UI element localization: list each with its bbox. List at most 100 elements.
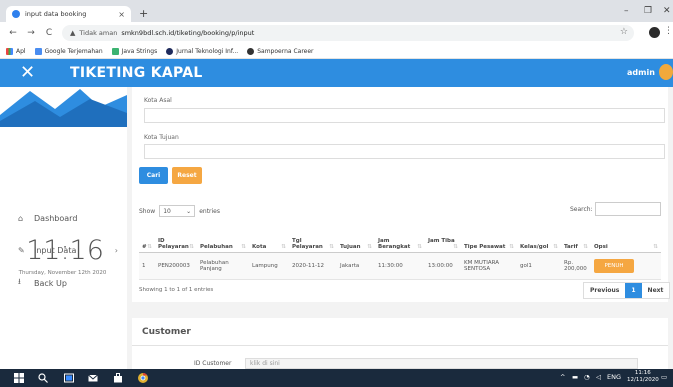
table-header-row: # ⇅ ID Pelayaran ⇅ Pelabuhan ⇅ Kota ⇅ Tgl Pe… xyxy=(139,224,661,253)
language-indicator[interactable]: ENG xyxy=(607,373,621,381)
minimize-icon[interactable]: – xyxy=(624,6,629,16)
back-icon[interactable]: ← xyxy=(8,28,18,38)
id-customer-input[interactable]: klik di sini xyxy=(245,358,638,369)
cell-id: PEN200003 xyxy=(155,252,197,280)
mail-icon[interactable] xyxy=(88,373,98,383)
java-icon xyxy=(111,47,119,55)
address-bar-row: ← → C ▲ Tidak aman smkn9bdl.sch.id/tiket… xyxy=(0,22,673,44)
favicon-icon xyxy=(12,10,20,18)
column-header[interactable]: # ⇅ xyxy=(139,224,155,253)
previous-button[interactable]: Previous xyxy=(584,283,625,298)
chevron-right-icon: › xyxy=(114,246,118,255)
page-size-select[interactable]: 10 ⌄ xyxy=(159,205,196,217)
forward-icon[interactable]: → xyxy=(26,28,36,38)
network-icon[interactable]: ▬ xyxy=(572,373,578,381)
search-label: Search: xyxy=(570,206,593,213)
cell-kota: Lampung xyxy=(249,252,289,280)
kota-asal-input[interactable] xyxy=(144,108,665,123)
column-header[interactable]: Tipe Pesawat ⇅ xyxy=(461,224,517,253)
tab-close-icon[interactable]: × xyxy=(118,10,125,19)
sort-icon: ⇅ xyxy=(329,243,334,250)
warning-icon: ▲ xyxy=(70,29,76,37)
customer-title: Customer xyxy=(142,327,191,337)
search-icon[interactable] xyxy=(38,373,48,383)
chevron-down-icon: ⌄ xyxy=(186,207,192,215)
reset-button[interactable]: Reset xyxy=(172,167,202,184)
cell-kelas: gol1 xyxy=(517,252,561,280)
store-icon[interactable] xyxy=(113,373,123,383)
column-header[interactable]: Jam Berangkat ⇅ xyxy=(375,224,425,253)
sidebar-item-backup[interactable]: ⭳ Back Up xyxy=(18,276,118,290)
tray-up-icon[interactable]: ^ xyxy=(560,373,565,381)
browser-menu-icon[interactable]: ⋮ xyxy=(664,26,673,36)
download-icon: ⭳ xyxy=(18,277,21,286)
sort-icon: ⇅ xyxy=(281,243,286,250)
avatar[interactable] xyxy=(659,64,673,80)
user-name[interactable]: admin xyxy=(627,68,655,77)
new-tab-button[interactable]: + xyxy=(139,7,148,20)
sort-icon: ⇅ xyxy=(241,243,246,250)
column-header[interactable]: Jam Tiba ⇅ xyxy=(425,224,461,253)
cell-tipe: KM MUTIARA SENTOSA xyxy=(461,252,517,280)
windows-start-icon[interactable] xyxy=(14,373,24,383)
app-brand: TIKETING KAPAL xyxy=(70,65,203,81)
sidebar-item-label: Back Up xyxy=(34,278,67,288)
sidebar: 11:16 Thursday, November 12th 2020 xyxy=(0,87,127,369)
bookmark-jurnal[interactable]: Jurnal Teknologi Inf... xyxy=(166,47,238,55)
translate-icon xyxy=(34,47,42,55)
chrome-icon[interactable] xyxy=(138,373,148,383)
wifi-icon[interactable]: ◔ xyxy=(584,373,590,381)
sidebar-item-label: Input Data xyxy=(34,246,77,255)
column-header[interactable]: Pelabuhan ⇅ xyxy=(197,224,249,253)
reload-icon[interactable]: C xyxy=(44,28,54,38)
bookmark-star-icon[interactable]: ☆ xyxy=(620,27,628,37)
sort-icon: ⇅ xyxy=(509,243,514,250)
task-view-icon[interactable] xyxy=(64,373,74,383)
column-header[interactable]: ID Pelayaran ⇅ xyxy=(155,224,197,253)
browser-tabstrip: input data booking × + – ❐ ✕ xyxy=(0,0,673,22)
cari-button[interactable]: Cari xyxy=(139,167,168,184)
pagination: Previous 1 Next xyxy=(583,282,671,299)
bookmark-java[interactable]: Java Strings xyxy=(111,47,157,55)
search-input[interactable] xyxy=(595,202,661,216)
sort-icon: ⇅ xyxy=(367,243,372,250)
column-header[interactable]: Kelas/gol ⇅ xyxy=(517,224,561,253)
column-header[interactable]: Kota ⇅ xyxy=(249,224,289,253)
volume-icon[interactable]: ◁ xyxy=(596,373,601,381)
taskbar-clock[interactable]: 11:16 12/11/2020 xyxy=(627,370,659,384)
bookmark-sampoerna[interactable]: Sampoerna Career xyxy=(247,47,314,55)
column-header[interactable]: Opsi ⇅ xyxy=(591,224,661,253)
sidebar-item-input-data[interactable]: ✎ Input Data › xyxy=(18,246,118,255)
sort-icon: ⇅ xyxy=(189,243,194,250)
customer-card: Customer ID Customer klik di sini xyxy=(132,318,668,369)
maximize-icon[interactable]: ❐ xyxy=(644,6,652,16)
cell-tiba: 13:00:00 xyxy=(425,252,461,280)
bookmark-translate[interactable]: Google Terjemahan xyxy=(34,47,103,55)
sidebar-toggle-button[interactable]: ✕ xyxy=(20,62,35,83)
id-customer-label: ID Customer xyxy=(194,360,232,367)
page-1-button[interactable]: 1 xyxy=(625,283,642,298)
sort-icon: ⇅ xyxy=(417,243,422,250)
bookmark-apps[interactable]: Apl xyxy=(6,47,26,55)
notification-icon[interactable]: ▭ xyxy=(661,373,667,381)
globe-icon xyxy=(247,47,255,55)
cell-tarif: Rp. 200,000 xyxy=(561,252,591,280)
cell-opsi: PENUH xyxy=(591,252,661,280)
cell-berangkat: 11:30:00 xyxy=(375,252,425,280)
column-header[interactable]: Tgl Pelayaran ⇅ xyxy=(289,224,337,253)
url-omnibox[interactable]: ▲ Tidak aman smkn9bdl.sch.id/tiketing/bo… xyxy=(62,25,634,41)
window-close-icon[interactable]: ✕ xyxy=(663,6,671,16)
sort-icon: ⇅ xyxy=(583,243,588,250)
penuh-button[interactable]: PENUH xyxy=(594,258,634,273)
kota-tujuan-input[interactable] xyxy=(144,144,665,159)
insecure-label: Tidak aman xyxy=(79,29,118,37)
home-icon: ⌂ xyxy=(18,214,24,223)
windows-taskbar: ^ ▬ ◔ ◁ ENG 11:16 12/11/2020 ▭ xyxy=(0,369,673,387)
sidebar-banner xyxy=(0,87,127,127)
next-button[interactable]: Next xyxy=(642,283,670,298)
sidebar-item-dashboard[interactable]: ⌂ Dashboard xyxy=(18,214,118,223)
column-header[interactable]: Tarif ⇅ xyxy=(561,224,591,253)
profile-icon[interactable] xyxy=(649,27,660,38)
column-header[interactable]: Tujuan ⇅ xyxy=(337,224,375,253)
browser-tab[interactable]: input data booking × xyxy=(6,6,131,22)
